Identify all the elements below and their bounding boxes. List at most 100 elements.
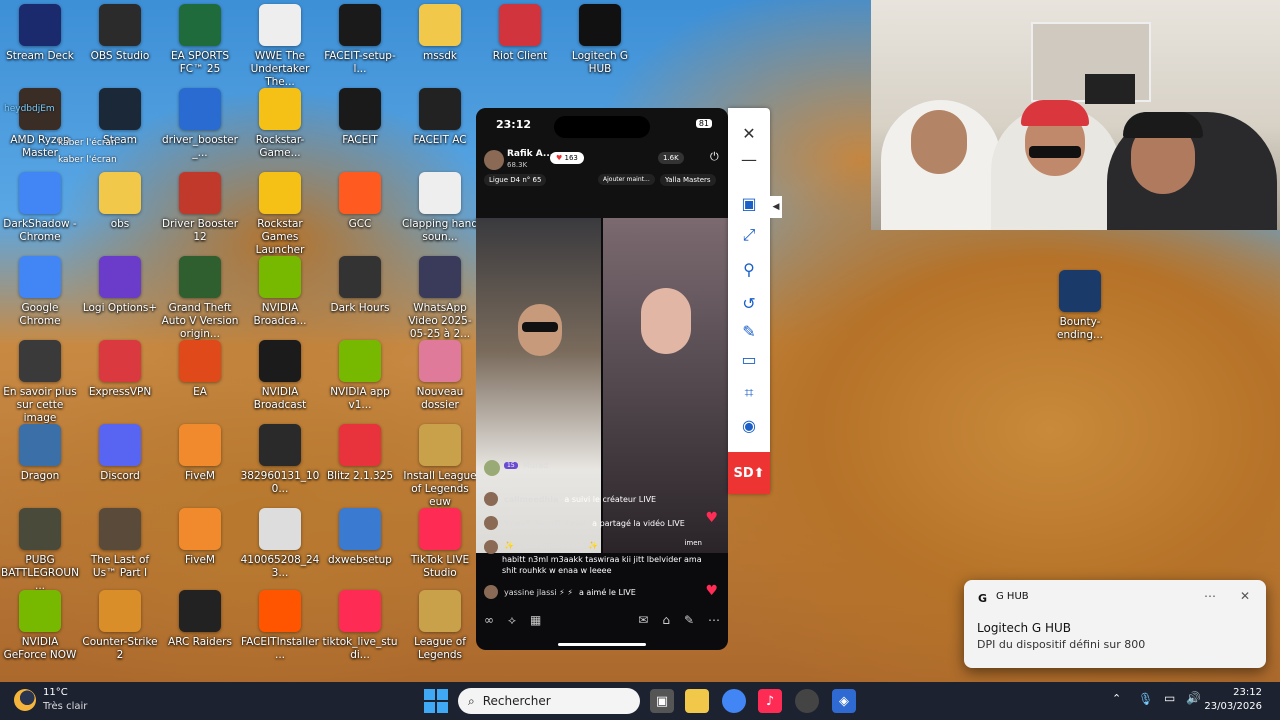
desktop-icon[interactable]: Dark Hours xyxy=(320,256,400,315)
windows-start-icon[interactable] xyxy=(424,689,448,713)
desktop-icon[interactable]: Blitz 2.1.325 xyxy=(320,424,400,483)
desktop-icon[interactable]: League of Legends xyxy=(400,590,480,662)
file-explorer-icon[interactable] xyxy=(685,689,709,713)
desktop-icon[interactable]: Riot Client xyxy=(480,4,560,63)
desktop-icon[interactable]: PUBG BATTLEGROUN... xyxy=(0,508,80,593)
desktop-icon[interactable]: Rockstar-Game... xyxy=(240,88,320,160)
desktop-icon[interactable]: EA xyxy=(160,340,240,399)
host-avatar[interactable] xyxy=(484,150,504,170)
desktop-icon[interactable]: Rockstar Games Launcher xyxy=(240,172,320,257)
desktop-icon[interactable]: Discord xyxy=(80,424,160,483)
desktop-icon-label: Dragon xyxy=(20,470,60,482)
desktop-icon[interactable]: FiveM xyxy=(160,508,240,567)
window-icon[interactable]: ▭ xyxy=(738,348,760,370)
desktop-icon[interactable]: Clapping hand soun... xyxy=(400,172,480,244)
desktop-icon[interactable]: WWE The Undertaker The... xyxy=(240,4,320,89)
app-icon xyxy=(419,508,461,550)
mirror-app-icon[interactable]: ◈ xyxy=(832,689,856,713)
tiktok-live-icon[interactable]: ♪ xyxy=(758,689,782,713)
desktop-icon[interactable]: Nouveau dossier xyxy=(400,340,480,412)
message-icon[interactable]: ✉ xyxy=(638,613,648,627)
desktop-icon[interactable]: NVIDIA Broadcast xyxy=(240,340,320,412)
phone-mirror-window[interactable]: 23:12 81 Rafik A... 68.3K ♥ 163 1.6K ⏻ L… xyxy=(476,108,728,650)
desktop-icon[interactable]: OBS Studio xyxy=(80,4,160,63)
desktop-icon[interactable]: En savoir plus sur cette image xyxy=(0,340,80,425)
notification-toast[interactable]: G G HUB ⋯ ✕ Logitech G HUB DPI du dispos… xyxy=(964,580,1266,668)
desktop-icon[interactable]: 382960131_100... xyxy=(240,424,320,496)
desktop-icon[interactable]: Logi Options+ xyxy=(80,256,160,315)
network-icon[interactable]: ▭ xyxy=(1164,691,1175,705)
clock-date[interactable]: 23/03/2026 xyxy=(1204,701,1262,712)
multi-guest-icon[interactable]: ⟡ xyxy=(508,613,516,628)
collapse-arrow-icon[interactable]: ◀ xyxy=(770,196,782,218)
desktop-icon[interactable]: FACEIT-setup-l... xyxy=(320,4,400,76)
desktop-icon[interactable]: DarkShadow - Chrome xyxy=(0,172,80,244)
gift-badge[interactable]: ♥ 163 xyxy=(550,152,584,164)
viewer-count[interactable]: 1.6K xyxy=(658,152,684,164)
desktop-icon[interactable]: EA SPORTS FC™ 25 xyxy=(160,4,240,76)
crop-icon[interactable]: ⌗ xyxy=(738,382,760,404)
desktop-icon[interactable]: TikTok LIVE Studio xyxy=(400,508,480,580)
desktop-icon[interactable]: tiktok_live_studi... xyxy=(320,590,400,662)
desktop-icon[interactable]: NVIDIA GeForce NOW xyxy=(0,590,80,662)
desktop-icon[interactable]: obs xyxy=(80,172,160,231)
desktop-icon[interactable]: Logitech G HUB xyxy=(560,4,640,76)
weather-moon-icon[interactable] xyxy=(14,689,36,711)
screenshot-icon[interactable]: ▣ xyxy=(738,192,760,214)
gift-icon[interactable]: ⌂ xyxy=(662,613,670,627)
microphone-icon[interactable]: 🎙 xyxy=(1138,692,1153,706)
desktop-icon[interactable]: driver_booster_... xyxy=(160,88,240,160)
desktop-icon[interactable]: Bounty-ending... xyxy=(1040,270,1120,342)
search-box[interactable]: ⌕ Rechercher xyxy=(458,688,640,714)
desktop-icon[interactable]: Grand Theft Auto V Version origin... xyxy=(160,256,240,341)
record-icon[interactable]: ◉ xyxy=(738,414,760,436)
desktop-icon[interactable]: NVIDIA Broadca... xyxy=(240,256,320,328)
desktop-icon[interactable]: GCC xyxy=(320,172,400,231)
app-icon xyxy=(99,508,141,550)
weather-desc[interactable]: Très clair xyxy=(43,701,87,712)
desktop-icon[interactable]: mssdk xyxy=(400,4,480,63)
desktop-icon[interactable]: ExpressVPN xyxy=(80,340,160,399)
desktop-icon[interactable]: ARC Raiders xyxy=(160,590,240,649)
pin-icon[interactable]: ⚲ xyxy=(738,258,760,280)
more-options-icon[interactable]: ⋯ xyxy=(1204,589,1216,603)
volume-icon[interactable]: 🔊 xyxy=(1186,691,1201,705)
close-icon[interactable]: ✕ xyxy=(738,122,760,144)
add-now-button[interactable]: Ajouter maint... xyxy=(598,174,655,185)
desktop-icon[interactable]: Counter-Strike 2 xyxy=(80,590,160,662)
link-icon[interactable]: ∞ xyxy=(484,613,494,628)
close-icon[interactable]: ✕ xyxy=(1240,589,1250,603)
grid-icon[interactable]: ▦ xyxy=(530,613,541,628)
desktop-icon[interactable]: Dragon xyxy=(0,424,80,483)
clock-time[interactable]: 23:12 xyxy=(1233,687,1262,698)
desktop-icon[interactable]: WhatsApp Video 2025-05-25 à 2... xyxy=(400,256,480,341)
desktop-icon[interactable]: dxwebsetup xyxy=(320,508,400,567)
weather-temp[interactable]: 11°C xyxy=(43,687,68,698)
desktop-icon[interactable]: The Last of Us™ Part I xyxy=(80,508,160,580)
desktop-icon[interactable]: FACEITInstaller... xyxy=(240,590,320,662)
fullscreen-icon[interactable]: ⤢ xyxy=(738,224,760,246)
desktop-icon[interactable]: FACEIT xyxy=(320,88,400,147)
desktop-icon[interactable]: Google Chrome xyxy=(0,256,80,328)
rotate-icon[interactable]: ↺ xyxy=(738,292,760,314)
desktop-icon[interactable]: FACEIT AC xyxy=(400,88,480,147)
chevron-up-icon[interactable]: ⌃ xyxy=(1112,692,1121,705)
sd-quality-button[interactable]: SD ⬆ xyxy=(728,452,770,494)
power-icon[interactable]: ⏻ xyxy=(710,150,719,164)
desktop-icon[interactable]: FiveM xyxy=(160,424,240,483)
draw-icon[interactable]: ✎ xyxy=(738,320,760,342)
league-badge[interactable]: Ligue D4 n° 65 xyxy=(484,174,547,186)
desktop-icon[interactable]: Driver Booster 12 xyxy=(160,172,240,244)
chrome-icon[interactable] xyxy=(722,689,746,713)
desktop-icon[interactable]: NVIDIA app v1... xyxy=(320,340,400,412)
masters-badge[interactable]: Yalla Masters xyxy=(660,174,716,186)
obs-icon[interactable] xyxy=(795,689,819,713)
desktop-icon[interactable]: 410065208_243... xyxy=(240,508,320,580)
task-view-icon[interactable]: ▣ xyxy=(650,689,674,713)
desktop-icon[interactable]: Stream Deck xyxy=(0,4,80,63)
magic-icon[interactable]: ✎ xyxy=(684,613,694,627)
more-icon[interactable]: ⋯ xyxy=(708,613,720,627)
minimize-icon[interactable]: — xyxy=(738,148,760,170)
desktop-icon[interactable]: AMD Ryzen Master xyxy=(0,88,80,160)
desktop-icon[interactable]: Install League of Legends euw xyxy=(400,424,480,509)
